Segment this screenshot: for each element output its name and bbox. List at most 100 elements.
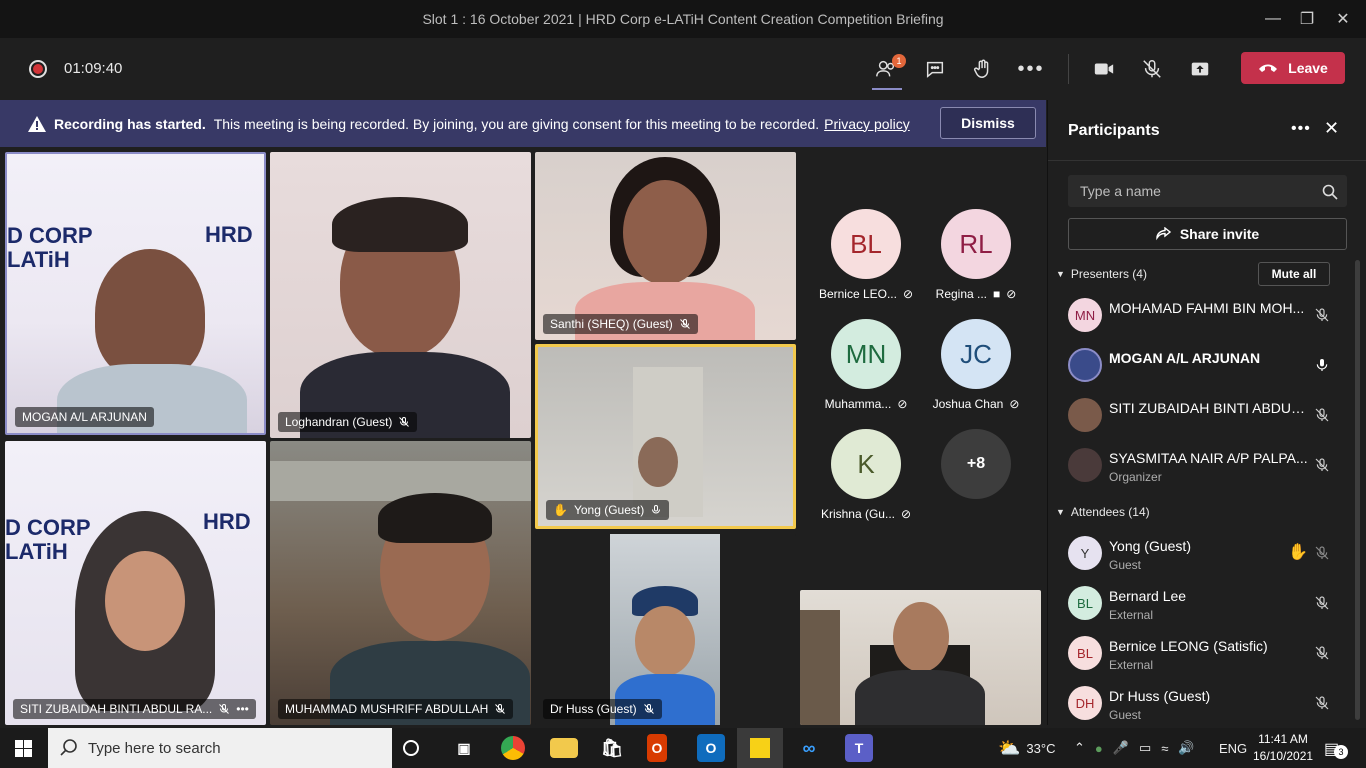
video-tile-loghandran[interactable]: Loghandran (Guest) bbox=[270, 152, 531, 438]
participant-name: Bernice LEONG (Satisfic) bbox=[1109, 638, 1268, 654]
weather-icon: ⛅ bbox=[998, 737, 1021, 758]
cortana-icon[interactable] bbox=[403, 740, 419, 756]
avatar: MN bbox=[831, 319, 901, 389]
video-tile-mogan[interactable]: D CORP LATiH HRD MOGAN A/L ARJUNAN bbox=[5, 152, 266, 435]
file-explorer-icon[interactable] bbox=[550, 738, 578, 758]
avatar-label: Joshua Chan bbox=[932, 397, 1004, 411]
share-invite-label: Share invite bbox=[1179, 226, 1260, 242]
taskbar-search-input[interactable]: Type here to search bbox=[48, 728, 392, 768]
avatar bbox=[1068, 448, 1102, 482]
wifi-icon[interactable]: ≈ bbox=[1161, 741, 1168, 756]
leave-button[interactable]: Leave bbox=[1241, 52, 1345, 84]
avatar-tile[interactable]: MN Muhamma... ⊘ bbox=[811, 319, 921, 411]
more-options-icon[interactable]: ••• bbox=[1013, 52, 1049, 86]
person-face bbox=[635, 606, 695, 676]
mic-off-icon bbox=[399, 417, 410, 427]
hrd-backdrop-text: D CORP LATiH bbox=[5, 515, 91, 564]
share-invite-button[interactable]: Share invite bbox=[1068, 218, 1347, 250]
task-view-icon[interactable]: ▣ bbox=[450, 734, 478, 762]
camera-button[interactable] bbox=[1086, 52, 1122, 86]
mic-icon bbox=[652, 505, 661, 514]
self-view-tile[interactable] bbox=[800, 590, 1041, 725]
avatar-label: Bernice LEO... bbox=[818, 287, 897, 301]
person-body bbox=[855, 670, 985, 725]
reactions-button[interactable] bbox=[965, 52, 1001, 86]
participant-row[interactable]: BL Bernard Lee External bbox=[1068, 582, 1348, 626]
participant-name: Yong (Guest) bbox=[1109, 538, 1191, 554]
chrome-icon[interactable] bbox=[501, 736, 525, 760]
share-screen-button[interactable] bbox=[1182, 52, 1218, 86]
store-icon[interactable]: 🛍 bbox=[598, 734, 626, 762]
outlook-icon[interactable]: O bbox=[697, 734, 725, 762]
notification-center-icon[interactable]: ▤ 3 bbox=[1324, 739, 1348, 759]
panel-scrollbar[interactable] bbox=[1355, 260, 1360, 720]
participant-row[interactable]: SITI ZUBAIDAH BINTI ABDUL ... bbox=[1068, 394, 1348, 438]
hand-icon bbox=[974, 59, 989, 78]
participant-row[interactable]: MN MOHAMAD FAHMI BIN MOH... bbox=[1068, 294, 1348, 338]
participant-row[interactable]: BL Bernice LEONG (Satisfic) External bbox=[1068, 632, 1348, 676]
privacy-policy-link[interactable]: Privacy policy bbox=[824, 116, 910, 132]
meeting-toolbar: 01:09:40 1 ••• Leave bbox=[0, 38, 1366, 100]
close-panel-icon[interactable]: ✕ bbox=[1324, 118, 1339, 139]
close-window-icon[interactable]: ✕ bbox=[1320, 0, 1366, 38]
video-tile-santhi[interactable]: Santhi (SHEQ) (Guest) bbox=[535, 152, 796, 340]
participant-name: Bernard Lee bbox=[1109, 588, 1187, 604]
mute-all-button[interactable]: Mute all bbox=[1258, 262, 1330, 286]
person-silhouette bbox=[623, 180, 707, 285]
video-tile-siti[interactable]: D CORP LATiH HRD SITI ZUBAIDAH BINTI ABDU… bbox=[5, 441, 266, 725]
panel-more-icon[interactable]: ••• bbox=[1291, 120, 1311, 138]
overflow-tile[interactable]: +8 bbox=[921, 429, 1031, 499]
windows-taskbar: Type here to search ▣ 🛍 O O ∞ T ⛅ 33°C ⌃… bbox=[0, 728, 1366, 768]
mic-button[interactable] bbox=[1134, 52, 1170, 86]
search-icon bbox=[1322, 184, 1338, 200]
dismiss-button[interactable]: Dismiss bbox=[940, 107, 1036, 139]
video-tile-dr-huss[interactable]: Dr Huss (Guest) bbox=[535, 534, 796, 725]
banner-text: This meeting is being recorded. By joini… bbox=[213, 115, 820, 132]
language-indicator[interactable]: ENG bbox=[1219, 728, 1247, 768]
video-tile-muhammad[interactable]: MUHAMMAD MUSHRIFF ABDULLAH bbox=[270, 441, 531, 725]
clock[interactable]: 11:41 AM 16/10/2021 bbox=[1253, 731, 1313, 765]
network-icon[interactable]: ● bbox=[1095, 741, 1103, 756]
divider bbox=[1048, 160, 1366, 161]
avatar-tile[interactable]: K Krishna (Gu... ⊘ bbox=[811, 429, 921, 521]
participant-search-input[interactable]: Type a name bbox=[1068, 175, 1347, 207]
mic-off-icon bbox=[1315, 696, 1329, 710]
video-tile-yong[interactable]: ✋ Yong (Guest) bbox=[535, 344, 796, 529]
avatar-tile[interactable]: BL Bernice LEO... ⊘ bbox=[811, 209, 921, 301]
avatar-tile[interactable]: JC Joshua Chan ⊘ bbox=[921, 319, 1031, 411]
person-silhouette bbox=[95, 249, 205, 379]
mic-off-icon bbox=[1143, 60, 1161, 78]
weather-widget[interactable]: ⛅ 33°C bbox=[998, 728, 1055, 768]
windows-start-icon[interactable] bbox=[15, 740, 32, 757]
participants-panel: Participants ••• ✕ Type a name Share inv… bbox=[1047, 100, 1366, 725]
participant-row[interactable]: DH Dr Huss (Guest) Guest bbox=[1068, 682, 1348, 726]
avatar-label: Regina ... bbox=[935, 287, 988, 301]
microphone-icon[interactable]: 🎤 bbox=[1113, 740, 1129, 756]
avatar-tile[interactable]: RL Regina ... ■ ⊘ bbox=[921, 209, 1031, 301]
participant-row[interactable]: MOGAN A/L ARJUNAN bbox=[1068, 344, 1348, 388]
participant-role: Guest bbox=[1109, 558, 1142, 572]
participant-name: SYASMITAA NAIR A/P PALPA... bbox=[1109, 450, 1308, 466]
webex-icon[interactable]: ∞ bbox=[795, 734, 823, 762]
participant-row[interactable]: SYASMITAA NAIR A/P PALPA... Organizer bbox=[1068, 444, 1348, 488]
office-icon[interactable]: O bbox=[647, 734, 667, 762]
volume-icon[interactable]: 🔊 bbox=[1178, 740, 1194, 756]
mic-off-icon bbox=[679, 319, 690, 329]
participants-button[interactable]: 1 bbox=[868, 52, 906, 90]
window-title: Slot 1 : 16 October 2021 | HRD Corp e-LA… bbox=[422, 11, 944, 27]
chat-button[interactable] bbox=[917, 52, 953, 86]
presenters-header[interactable]: ▼ Presenters (4) bbox=[1056, 267, 1147, 281]
mic-off-icon bbox=[495, 704, 506, 714]
sticky-notes-taskbar-item[interactable] bbox=[737, 728, 783, 768]
participant-row[interactable]: Y Yong (Guest) Guest ✋ bbox=[1068, 532, 1348, 576]
attendees-header[interactable]: ▼ Attendees (14) bbox=[1056, 505, 1150, 519]
battery-icon[interactable]: ▭ bbox=[1139, 740, 1151, 756]
more-options-icon[interactable]: ••• bbox=[236, 702, 249, 716]
tile-name-label: MUHAMMAD MUSHRIFF ABDULLAH bbox=[278, 699, 514, 719]
person-silhouette bbox=[638, 437, 678, 487]
hrd-logo: HRD bbox=[205, 222, 253, 247]
teams-icon[interactable]: T bbox=[845, 734, 873, 762]
camera-off-icon: ■ bbox=[993, 287, 1001, 301]
mic-icon bbox=[1316, 359, 1328, 371]
chevron-up-icon[interactable]: ⌃ bbox=[1074, 740, 1085, 756]
